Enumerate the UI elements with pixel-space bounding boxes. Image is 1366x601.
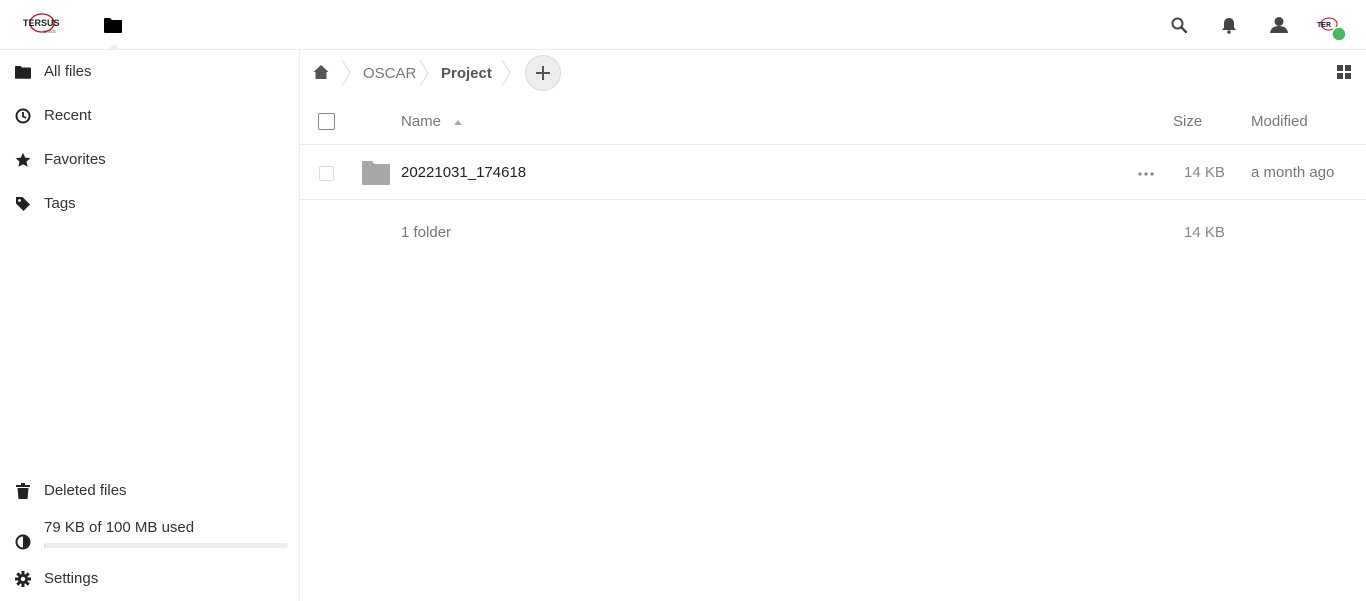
sidebar-item-favorites[interactable]: Favorites <box>0 138 299 182</box>
sidebar-item-tags[interactable]: Tags <box>0 182 299 226</box>
quota-info: 79 KB of 100 MB used <box>0 513 299 557</box>
sidebar: All files Recent Favorites Tags Deleted … <box>0 50 300 601</box>
breadcrumb-project[interactable]: Project <box>441 65 492 82</box>
avatar-text: TER <box>1317 22 1331 29</box>
sidebar-item-recent[interactable]: Recent <box>0 94 299 138</box>
sort-ascending-icon <box>454 120 462 125</box>
quota-pie-icon <box>14 533 32 551</box>
files-app-icon[interactable] <box>99 10 127 50</box>
quota-progress-bar <box>44 543 288 548</box>
column-header-modified[interactable]: Modified <box>1251 113 1308 130</box>
svg-text:GNSS: GNSS <box>43 29 56 34</box>
trash-icon <box>14 482 32 500</box>
star-icon <box>14 151 32 169</box>
column-header-size[interactable]: Size <box>1173 113 1202 130</box>
sidebar-item-settings[interactable]: Settings <box>0 557 299 601</box>
summary-count: 1 folder <box>401 224 452 241</box>
row-checkbox[interactable] <box>319 166 334 181</box>
tag-icon <box>14 195 32 213</box>
breadcrumb-separator <box>341 59 351 87</box>
folder-icon[interactable] <box>362 161 390 185</box>
tersus-logo[interactable]: TERSUS GNSS <box>22 12 68 36</box>
home-icon[interactable] <box>313 64 331 82</box>
file-name[interactable]: 20221031_174618 <box>401 164 526 181</box>
breadcrumb-separator <box>501 59 511 87</box>
quota-progress-fill <box>44 543 46 548</box>
sidebar-item-label: Tags <box>44 195 76 212</box>
sidebar-item-deleted-files[interactable]: Deleted files <box>0 469 299 513</box>
column-header-name[interactable]: Name <box>401 113 441 130</box>
folder-icon <box>14 63 32 81</box>
contacts-icon[interactable] <box>1267 13 1291 37</box>
avatar[interactable]: TER <box>1315 9 1349 43</box>
breadcrumb-separator <box>419 59 429 87</box>
more-actions-icon[interactable] <box>1136 164 1156 184</box>
gear-icon <box>14 570 32 588</box>
sidebar-item-label: Settings <box>44 570 99 587</box>
select-all-checkbox[interactable] <box>318 113 335 130</box>
sidebar-item-all-files[interactable]: All files <box>0 50 299 94</box>
quota-label: 79 KB of 100 MB used <box>44 519 195 536</box>
breadcrumb-oscar[interactable]: OSCAR <box>363 65 416 82</box>
summary-size: 14 KB <box>1184 224 1225 241</box>
table-row[interactable]: 20221031_174618 14 KB a month ago <box>300 144 1366 200</box>
sidebar-item-label: Favorites <box>44 151 106 168</box>
status-indicator <box>1331 26 1347 42</box>
file-modified: a month ago <box>1251 164 1335 181</box>
file-size: 14 KB <box>1184 164 1225 181</box>
new-button[interactable] <box>525 55 561 91</box>
sidebar-item-label: All files <box>44 63 92 80</box>
grid-view-icon[interactable] <box>1336 64 1352 80</box>
top-header: TERSUS GNSS TER <box>0 0 1366 50</box>
sidebar-item-label: Deleted files <box>44 482 127 499</box>
svg-text:TERSUS: TERSUS <box>23 18 60 28</box>
search-icon[interactable] <box>1167 13 1191 37</box>
clock-icon <box>14 107 32 125</box>
file-list-area: OSCAR Project Name Size Modified 2022103… <box>300 50 1366 601</box>
plus-icon <box>536 66 550 80</box>
sidebar-item-label: Recent <box>44 107 92 124</box>
notifications-icon[interactable] <box>1217 13 1241 37</box>
